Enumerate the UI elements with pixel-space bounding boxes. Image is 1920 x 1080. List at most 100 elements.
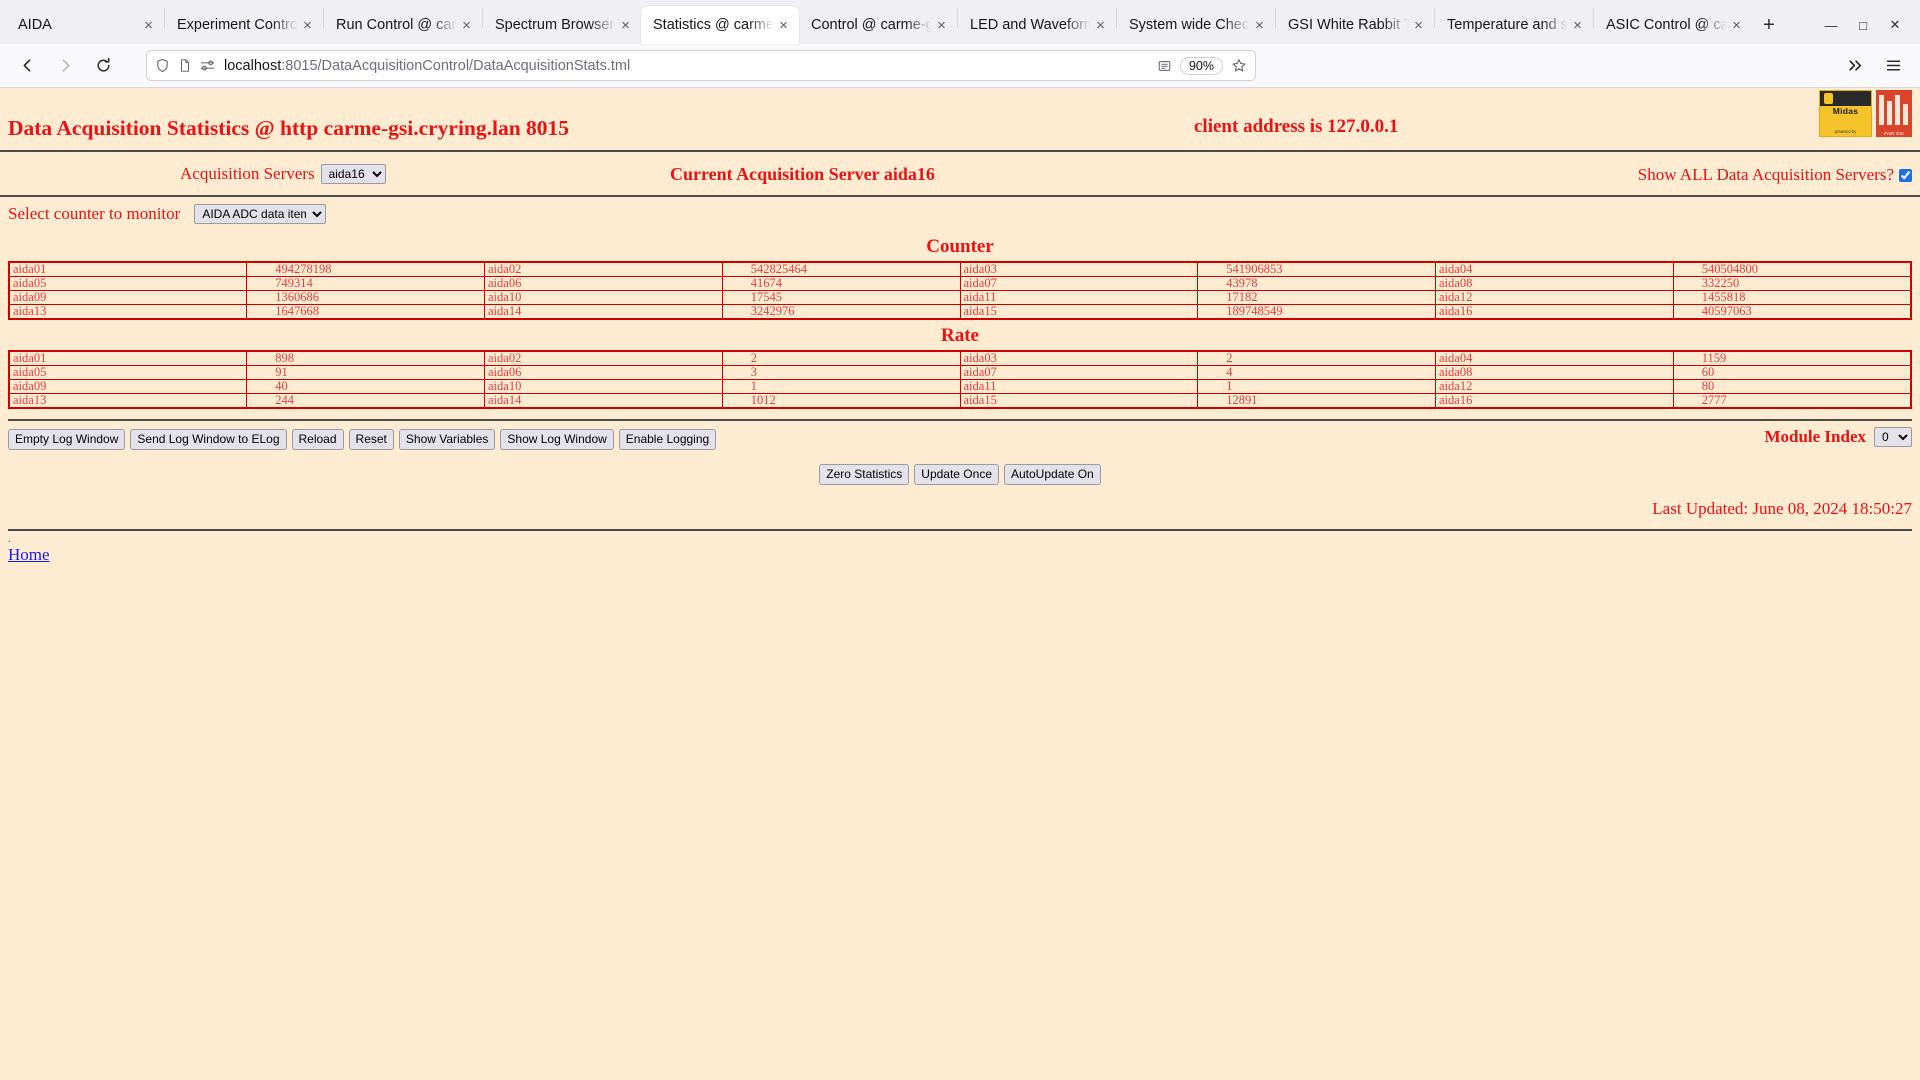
close-icon[interactable]: × — [457, 16, 476, 35]
table-row: aida09 1360686 aida10 17545 aida11 17182 aida1… — [8, 290, 1912, 305]
tab-strip: AIDA × Experiment Control × Run Control @ ca… — [0, 0, 1920, 44]
server-name-cell: aida06 — [484, 276, 723, 291]
reload-icon[interactable] — [86, 50, 120, 82]
close-window-button[interactable]: ✕ — [1880, 10, 1910, 40]
server-name-cell: aida02 — [484, 261, 723, 277]
show-all-servers-checkbox[interactable] — [1899, 168, 1912, 182]
close-icon[interactable]: × — [1091, 16, 1110, 35]
server-value-cell: 3242976 — [721, 304, 961, 320]
close-icon[interactable]: × — [1568, 16, 1587, 35]
server-name-cell: aida03 — [959, 261, 1199, 277]
browser-tab[interactable]: Statistics @ carme × — [641, 6, 799, 44]
close-icon[interactable]: × — [1250, 16, 1269, 35]
server-value-cell: 40597063 — [1672, 304, 1912, 320]
close-icon[interactable]: × — [1409, 16, 1428, 35]
action-button[interactable]: AutoUpdate On — [1004, 464, 1101, 485]
browser-tab[interactable]: ASIC Control @ car × — [1594, 6, 1752, 44]
log-button[interactable]: Reset — [348, 429, 394, 450]
server-value-cell: 1159 — [1672, 350, 1912, 366]
server-name-cell: aida12 — [1435, 290, 1674, 305]
counter-select[interactable]: AIDA ADC data items — [194, 204, 327, 224]
server-name-cell: aida09 — [8, 379, 248, 394]
chevrons-right-icon[interactable] — [1838, 50, 1872, 82]
browser-tab[interactable]: AIDA × — [6, 6, 164, 44]
log-button[interactable]: Reload — [291, 429, 344, 450]
url-host: localhost — [224, 57, 282, 74]
close-icon[interactable]: × — [298, 16, 317, 35]
new-tab-button[interactable]: + — [1752, 8, 1786, 42]
server-name-cell: aida06 — [484, 365, 723, 380]
star-icon[interactable] — [1231, 58, 1247, 73]
close-icon[interactable]: × — [616, 16, 635, 35]
browser-tab[interactable]: GSI White Rabbit Ti × — [1276, 6, 1434, 44]
acquisition-server-select[interactable]: aida16 — [320, 163, 386, 184]
back-icon[interactable] — [10, 50, 44, 82]
server-value-cell: 43978 — [1197, 276, 1436, 291]
close-icon[interactable]: × — [932, 16, 951, 35]
gsi-fair-logo-icon: FAIR GSI — [1876, 90, 1912, 137]
shield-icon[interactable] — [155, 58, 170, 73]
server-value-cell: 60 — [1672, 365, 1912, 380]
log-button[interactable]: Show Log Window — [500, 429, 614, 450]
reader-view-icon[interactable] — [1157, 59, 1172, 73]
server-value-cell: 1 — [721, 379, 961, 394]
maximize-button[interactable]: □ — [1848, 10, 1878, 40]
minimize-button[interactable]: — — [1816, 10, 1846, 40]
hamburger-menu-icon[interactable] — [1876, 50, 1910, 82]
browser-tab[interactable]: System wide Check × — [1117, 6, 1275, 44]
server-value-cell: 1012 — [721, 393, 961, 409]
server-value-cell: 244 — [246, 393, 485, 409]
server-name-cell: aida01 — [8, 350, 248, 366]
rate-table-wrap: aida01 898 aida02 2 aida03 2 aida04 1159 aida05 9… — [0, 350, 1920, 409]
logo-group: Midas powered by FAIR GSI — [1819, 90, 1912, 137]
browser-tab[interactable]: Control @ carme-gsi × — [799, 6, 957, 44]
log-button[interactable]: Empty Log Window — [8, 429, 126, 450]
forward-icon[interactable] — [48, 50, 82, 82]
table-row: aida05 749314 aida06 41674 aida07 43978 aida08… — [8, 276, 1912, 291]
tab-title: Run Control @ carme — [336, 17, 457, 33]
tab-title: Statistics @ carme — [653, 17, 774, 33]
close-icon[interactable]: × — [774, 16, 793, 35]
server-name-cell: aida16 — [1435, 393, 1674, 409]
server-value-cell: 898 — [246, 350, 485, 366]
server-value-cell: 17545 — [721, 290, 961, 305]
page-icon[interactable] — [178, 58, 192, 73]
table-row: aida13 244 aida14 1012 aida15 12891 aida16 2777 — [8, 393, 1912, 409]
tab-title: System wide Check — [1129, 17, 1250, 33]
browser-tab[interactable]: Run Control @ carme× — [324, 6, 482, 44]
zoom-level-badge[interactable]: 90% — [1179, 56, 1223, 75]
permissions-icon[interactable] — [200, 59, 216, 72]
rate-table: aida01 898 aida02 2 aida03 2 aida04 1159 aida05 9… — [8, 350, 1912, 409]
server-name-cell: aida13 — [8, 304, 248, 320]
module-index-select[interactable]: 0 — [1874, 427, 1912, 447]
browser-tab[interactable]: Temperature and st × — [1435, 6, 1593, 44]
midas-logo-word: Midas — [1832, 106, 1859, 116]
server-name-cell: aida10 — [484, 290, 723, 305]
acquisition-server-row: Acquisition Servers aida16 Current Acqui… — [0, 152, 1920, 195]
server-value-cell: 91 — [246, 365, 485, 380]
server-name-cell: aida11 — [959, 290, 1199, 305]
log-button[interactable]: Send Log Window to ELog — [130, 429, 287, 450]
browser-tab[interactable]: Spectrum Browser × — [483, 6, 641, 44]
server-name-cell: aida01 — [8, 261, 248, 277]
server-name-cell: aida15 — [959, 393, 1199, 409]
server-value-cell: 332250 — [1672, 276, 1912, 291]
action-button[interactable]: Zero Statistics — [819, 464, 910, 485]
tab-title: Experiment Control — [177, 17, 298, 33]
tab-title: GSI White Rabbit Ti — [1288, 17, 1409, 33]
log-button[interactable]: Enable Logging — [618, 429, 717, 450]
log-button[interactable]: Show Variables — [398, 429, 496, 450]
server-value-cell: 1360686 — [246, 290, 485, 305]
server-name-cell: aida05 — [8, 276, 248, 291]
browser-tab[interactable]: LED and Waveform × — [958, 6, 1116, 44]
home-link[interactable]: Home — [8, 545, 50, 564]
close-icon[interactable]: × — [1727, 16, 1746, 35]
server-value-cell: 41674 — [721, 276, 961, 291]
url-bar[interactable]: localhost:8015/DataAcquisitionControl/Da… — [146, 50, 1256, 81]
server-name-cell: aida04 — [1435, 261, 1674, 277]
action-button[interactable]: Update Once — [914, 464, 999, 485]
browser-tab[interactable]: Experiment Control × — [165, 6, 323, 44]
current-acquisition-server: Current Acquisition Server aida16 — [670, 164, 935, 184]
url-text[interactable]: localhost:8015/DataAcquisitionControl/Da… — [224, 58, 1149, 74]
close-icon[interactable]: × — [139, 16, 158, 35]
